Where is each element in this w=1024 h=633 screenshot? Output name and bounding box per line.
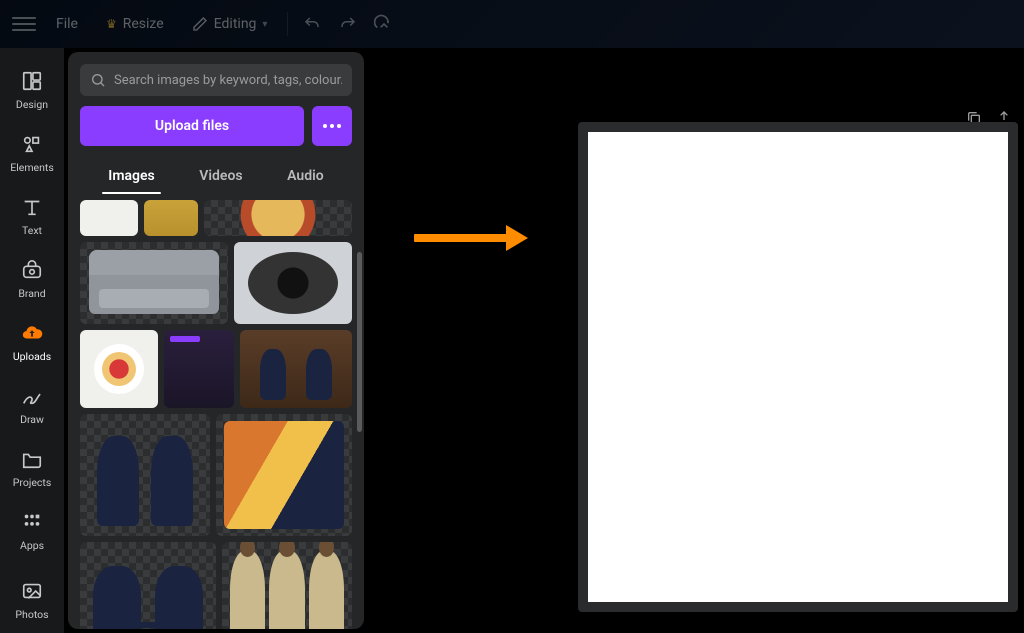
upload-thumb[interactable] <box>234 242 352 324</box>
upload-files-button[interactable]: Upload files <box>80 106 304 146</box>
upload-thumb[interactable] <box>80 242 228 324</box>
upload-thumb[interactable] <box>80 542 216 629</box>
upload-thumb[interactable] <box>216 414 352 536</box>
resize-menu[interactable]: ♛ Resize <box>98 10 172 38</box>
scrollbar[interactable] <box>357 252 362 432</box>
canvas-content[interactable] <box>588 132 1008 602</box>
elements-icon <box>19 131 45 157</box>
upload-thumb[interactable] <box>80 414 210 536</box>
crown-icon: ♛ <box>106 17 117 31</box>
canvas-page[interactable] <box>578 122 1018 612</box>
tab-videos[interactable]: Videos <box>193 160 248 192</box>
search-icon <box>90 72 106 88</box>
rail-text-label: Text <box>22 224 42 237</box>
upload-thumb[interactable] <box>144 200 198 236</box>
photos-icon <box>19 578 45 604</box>
upload-thumb[interactable] <box>222 542 352 629</box>
editing-menu[interactable]: Editing ▾ <box>184 10 276 38</box>
rail-photos-label: Photos <box>15 608 48 621</box>
rail-uploads[interactable]: Uploads <box>4 312 60 371</box>
uploads-icon <box>19 320 45 346</box>
search-field[interactable] <box>80 64 352 96</box>
upload-more-button[interactable] <box>312 106 352 146</box>
rail-elements[interactable]: Elements <box>4 123 60 182</box>
chevron-down-icon: ▾ <box>262 19 267 30</box>
rail-text[interactable]: Text <box>4 186 60 245</box>
rail-design-label: Design <box>16 98 48 111</box>
search-input[interactable] <box>114 73 342 88</box>
rail-apps[interactable]: Apps <box>4 501 60 560</box>
rail-apps-label: Apps <box>20 539 44 552</box>
rail-projects[interactable]: Projects <box>4 438 60 497</box>
upload-thumb[interactable] <box>204 200 352 236</box>
rail-uploads-label: Uploads <box>13 350 51 363</box>
cloud-sync-icon[interactable] <box>372 12 396 36</box>
top-toolbar: File ♛ Resize Editing ▾ <box>0 0 1024 48</box>
projects-icon <box>19 446 45 472</box>
divider <box>287 12 288 36</box>
editing-icon <box>192 16 208 32</box>
media-tabs: Images Videos Audio <box>80 156 352 192</box>
undo-button[interactable] <box>300 12 324 36</box>
rail-photos[interactable]: Photos <box>4 570 60 633</box>
rail-brand[interactable]: Brand <box>4 249 60 308</box>
menu-icon[interactable] <box>12 12 36 36</box>
rail-elements-label: Elements <box>10 161 54 174</box>
canvas-area <box>368 48 1024 633</box>
apps-icon <box>19 509 45 535</box>
text-icon <box>19 194 45 220</box>
redo-button[interactable] <box>336 12 360 36</box>
left-rail: Design Elements Text Brand Uploads Draw … <box>0 48 64 633</box>
upload-thumb[interactable] <box>164 330 234 408</box>
upload-thumb[interactable] <box>80 330 158 408</box>
file-menu[interactable]: File <box>48 10 86 38</box>
file-label: File <box>56 16 78 32</box>
upload-thumb[interactable] <box>80 200 138 236</box>
editing-label: Editing <box>214 16 257 32</box>
resize-label: Resize <box>123 16 164 32</box>
rail-design[interactable]: Design <box>4 60 60 119</box>
rail-draw-label: Draw <box>20 413 44 426</box>
uploads-panel: Upload files Images Videos Audio <box>68 52 364 629</box>
rail-draw[interactable]: Draw <box>4 375 60 434</box>
brand-icon <box>19 257 45 283</box>
draw-icon <box>19 383 45 409</box>
design-icon <box>19 68 45 94</box>
uploads-gallery <box>68 192 364 629</box>
tab-audio[interactable]: Audio <box>281 160 330 192</box>
rail-projects-label: Projects <box>13 476 52 489</box>
rail-brand-label: Brand <box>18 287 45 300</box>
upload-thumb[interactable] <box>240 330 352 408</box>
tab-images[interactable]: Images <box>102 160 160 192</box>
more-icon <box>323 124 341 128</box>
